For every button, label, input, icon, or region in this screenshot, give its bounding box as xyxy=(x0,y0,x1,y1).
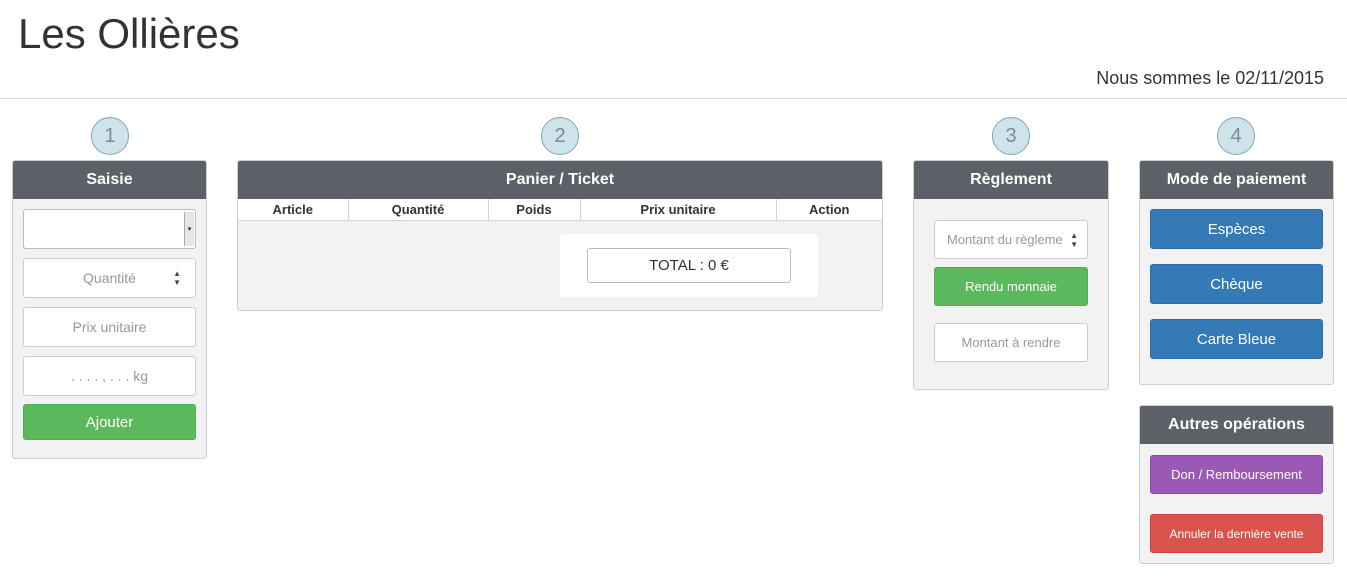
column-header-action: Action xyxy=(776,199,882,221)
reglement-panel: Règlement Montant du règleme ▲ ▼ Rendu mo… xyxy=(913,160,1109,390)
reglement-panel-title: Règlement xyxy=(914,161,1108,199)
payment-mode-panel: Mode de paiement Espèces Chèque Carte Bl… xyxy=(1139,160,1334,385)
payment-amount-input[interactable]: Montant du règleme ▲ ▼ xyxy=(934,220,1088,259)
payment-mode-panel-title: Mode de paiement xyxy=(1140,161,1333,199)
add-button[interactable]: Ajouter xyxy=(23,404,196,440)
page-title: Les Ollières xyxy=(18,10,240,57)
spinner-arrows-icon[interactable]: ▲ ▼ xyxy=(1070,231,1078,249)
cancel-last-sale-button[interactable]: Annuler la dernière vente xyxy=(1150,514,1323,553)
quantity-input[interactable]: Quantité ▲ ▼ xyxy=(23,258,196,298)
header-divider xyxy=(0,98,1347,99)
spinner-arrows-icon[interactable]: ▲ ▼ xyxy=(173,269,181,287)
change-amount-field[interactable]: Montant à rendre xyxy=(934,323,1088,362)
change-amount-placeholder: Montant à rendre xyxy=(961,335,1061,350)
current-date: Nous sommes le 02/11/2015 xyxy=(1096,68,1324,88)
unit-price-input[interactable]: Prix unitaire xyxy=(23,307,196,347)
quantity-placeholder: Quantité xyxy=(83,270,136,286)
weight-placeholder: . . . . , . . . kg xyxy=(70,368,149,384)
cart-table: Article Quantité Poids Prix unitaire Act… xyxy=(238,199,882,221)
step-2-badge: 2 xyxy=(541,117,579,155)
cart-panel: Panier / Ticket Article Quantité Poids P… xyxy=(237,160,883,311)
other-operations-panel: Autres opérations Don / Remboursement An… xyxy=(1139,405,1334,564)
step-4-badge: 4 xyxy=(1217,117,1255,155)
column-header-unit-price: Prix unitaire xyxy=(580,199,777,221)
other-operations-panel-title: Autres opérations xyxy=(1140,406,1333,444)
unit-price-placeholder: Prix unitaire xyxy=(72,319,147,335)
payment-amount-placeholder: Montant du règleme xyxy=(947,232,1063,247)
cart-table-header: Article Quantité Poids Prix unitaire Act… xyxy=(238,199,882,221)
column-header-quantity: Quantité xyxy=(348,199,489,221)
cash-button[interactable]: Espèces xyxy=(1150,209,1323,249)
total-container: TOTAL : 0 € xyxy=(560,234,818,297)
saisie-panel: Saisie ▾ Quantité ▲ ▼ Prix unitaire . . .… xyxy=(12,160,207,459)
article-select[interactable]: ▾ xyxy=(23,209,196,249)
column-header-weight: Poids xyxy=(488,199,581,221)
check-button[interactable]: Chèque xyxy=(1150,264,1323,304)
column-header-article: Article xyxy=(238,199,349,221)
donation-refund-button[interactable]: Don / Remboursement xyxy=(1150,455,1323,494)
change-button[interactable]: Rendu monnaie xyxy=(934,267,1088,306)
card-button[interactable]: Carte Bleue xyxy=(1150,319,1323,359)
step-3-badge: 3 xyxy=(992,117,1030,155)
step-1-badge: 1 xyxy=(91,117,129,155)
chevron-down-icon: ▾ xyxy=(184,212,194,246)
weight-input[interactable]: . . . . , . . . kg xyxy=(23,356,196,396)
cart-panel-title: Panier / Ticket xyxy=(238,161,882,199)
total-display: TOTAL : 0 € xyxy=(587,248,791,283)
saisie-panel-title: Saisie xyxy=(13,161,206,199)
